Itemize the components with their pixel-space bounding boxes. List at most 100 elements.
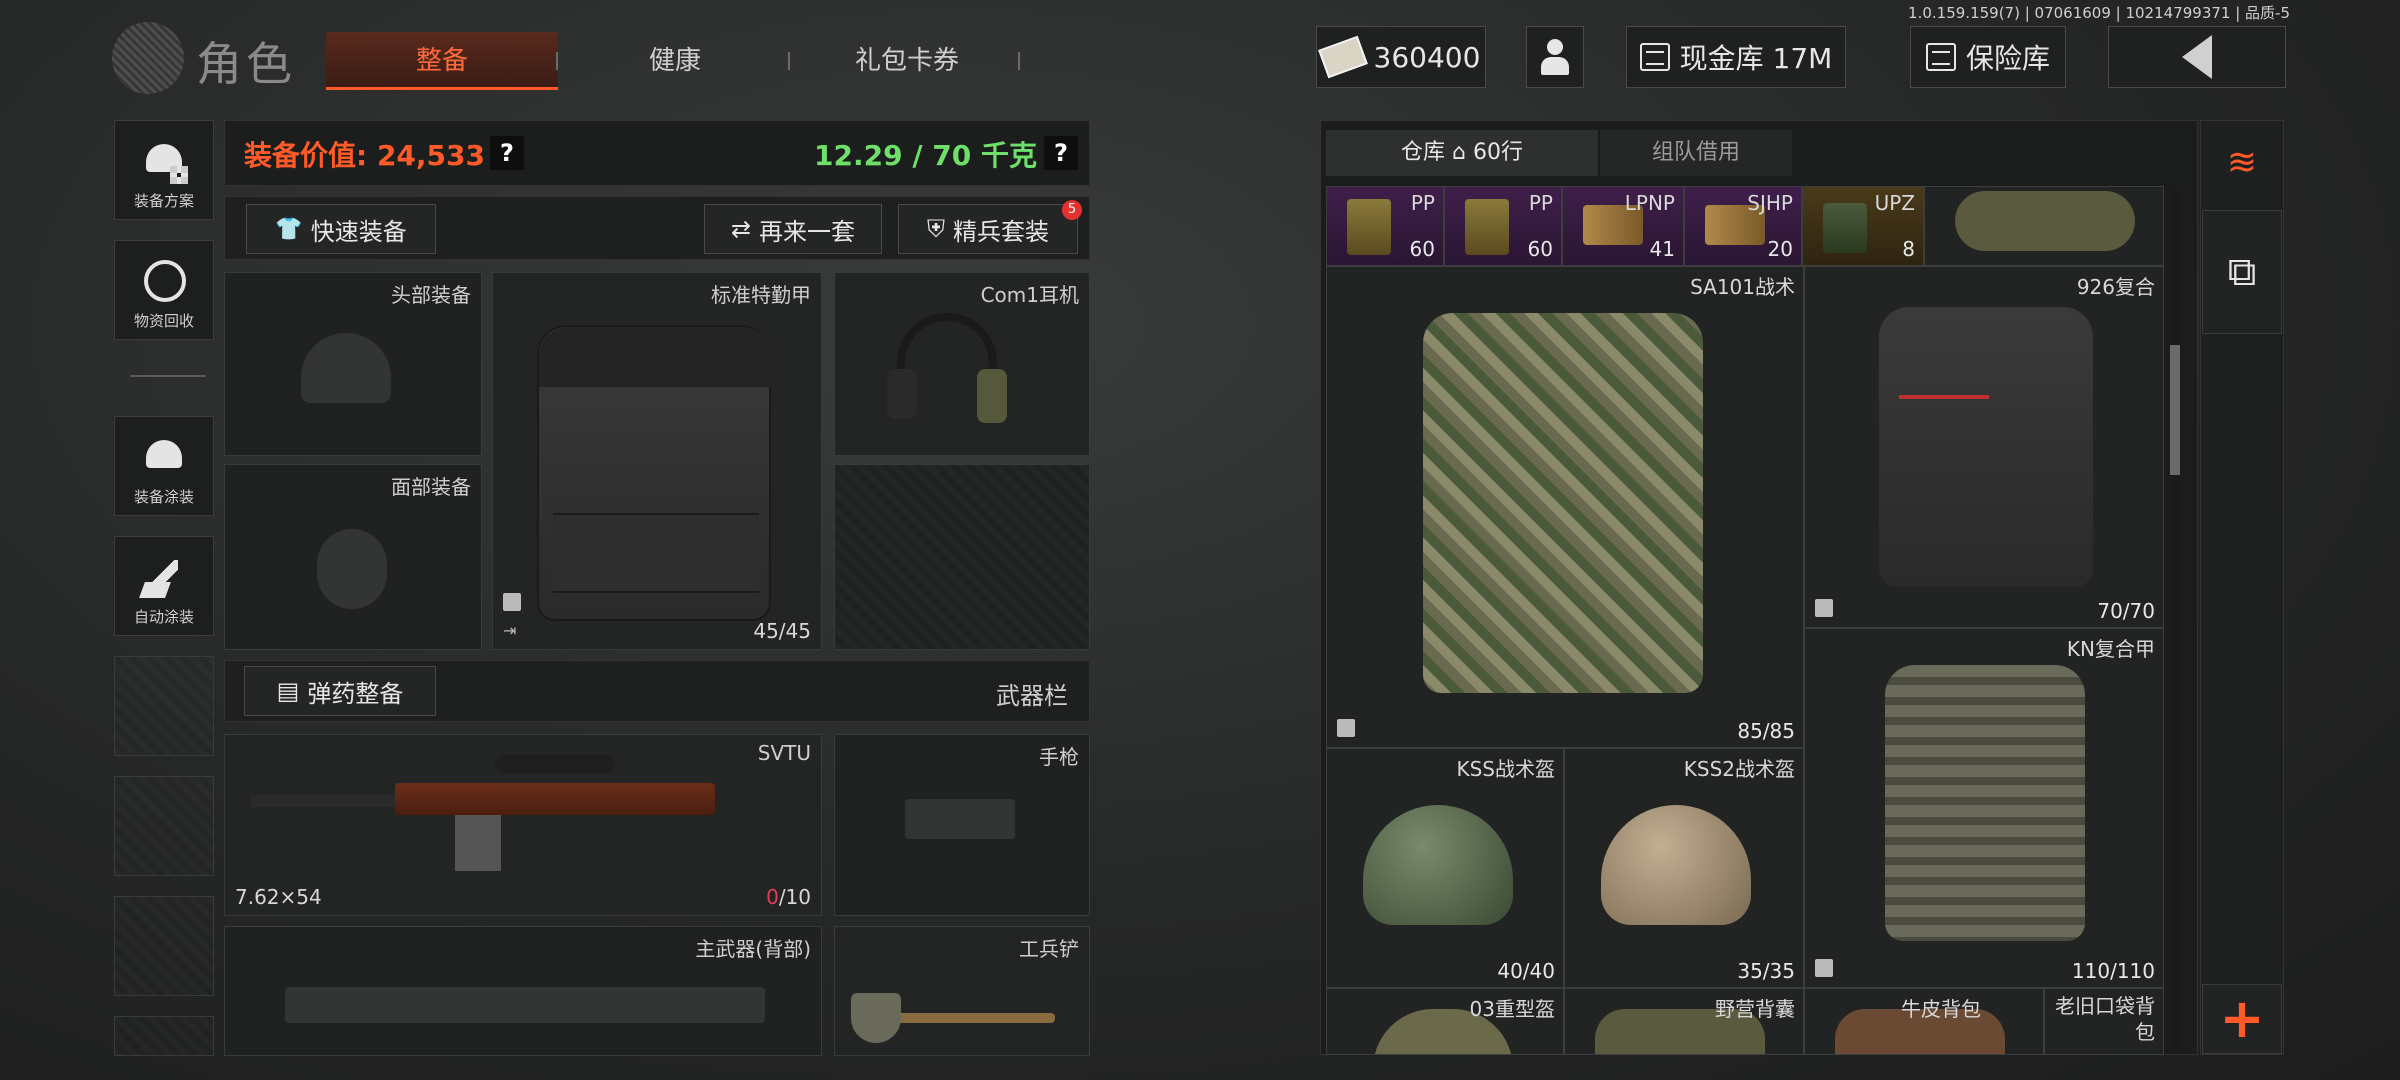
ammo-loadout-button[interactable]: ▤ 弹药整备 (244, 666, 436, 716)
helmet-image (1601, 805, 1751, 925)
weight-help-button[interactable]: ? (1044, 136, 1078, 170)
rifle-scope-image (495, 755, 615, 773)
lock-icon (1815, 599, 1833, 617)
currency-display[interactable]: 360400 (1316, 26, 1486, 88)
stash-item[interactable] (1924, 186, 2164, 266)
slot-label: 面部装备 (391, 475, 471, 499)
armor-slot[interactable]: 标准特勤甲 ⇥ 45/45 (492, 272, 822, 650)
stash-item[interactable]: 926复合 70/70 (1804, 266, 2164, 628)
stash-item[interactable]: 牛皮背包 (1804, 988, 2044, 1055)
money-icon (1317, 35, 1368, 79)
lock-icon (1337, 719, 1355, 737)
melee-slot[interactable]: 工兵铲 (834, 926, 1090, 1056)
stash-item[interactable]: KSS2战术盔 35/35 (1564, 748, 1804, 988)
plus-icon: + (2219, 987, 2265, 1050)
elite-set-button[interactable]: ⛨ 精兵套装 (898, 204, 1078, 254)
pistol-placeholder-icon (905, 799, 1015, 839)
stash-tab-team[interactable]: 组队借用 (1600, 130, 1792, 176)
head-slot[interactable]: 头部装备 (224, 272, 482, 456)
earpiece-slot[interactable]: Com1耳机 (834, 272, 1090, 456)
helmet-grid-icon (138, 138, 190, 184)
stash-rows: 60行 (1472, 140, 1523, 165)
ammo-icon: ▤ (276, 677, 300, 705)
item-name: 牛皮背包 (1901, 997, 1981, 1021)
repeat-loadout-label: 再来一套 (759, 217, 856, 246)
item-count: 41 (1649, 237, 1675, 261)
ammo-loadout-label: 弹药整备 (307, 679, 404, 708)
exit-icon: ⇥ (503, 621, 517, 640)
slot-label: 标准特勤甲 (711, 283, 811, 307)
sidebar-divider (130, 375, 206, 377)
helmet-image (1363, 805, 1513, 925)
slot-label: 主武器(背部) (695, 937, 811, 961)
currency-amount: 360400 (1373, 40, 1481, 74)
item-name: 老旧口袋背包 (2055, 994, 2155, 1044)
shovel-handle-image (895, 1013, 1055, 1023)
stash-item[interactable]: SA101战术 85/85 (1326, 266, 1804, 748)
stash-tab-main[interactable]: 仓库 ⌂ 60行 (1326, 130, 1598, 176)
sort-button[interactable]: ≋ (2202, 122, 2282, 202)
slot-label: 手枪 (1039, 745, 1079, 769)
back-chevron-icon (2182, 35, 2212, 79)
rifle-placeholder-icon (285, 987, 765, 1023)
sidebar-item-label: 自动涂装 (133, 608, 194, 626)
ammo-box-image (1823, 203, 1867, 253)
stash-ammo-item[interactable]: LPNP 41 (1562, 186, 1684, 266)
tab-divider (1018, 52, 1020, 70)
stash-item[interactable]: KN复合甲 110/110 (1804, 628, 2164, 988)
rifle-magazine-image (455, 815, 501, 871)
repeat-loadout-button[interactable]: ⇄ 再来一套 (704, 204, 882, 254)
tab-health[interactable]: 健康 (560, 32, 790, 90)
agent-button[interactable] (1526, 26, 1584, 88)
lock-icon (503, 593, 521, 611)
back-button[interactable] (2108, 26, 2286, 88)
stash-item[interactable]: 03重型盔 (1326, 988, 1564, 1055)
stash-scroll-thumb[interactable] (2170, 345, 2180, 475)
face-slot[interactable]: 面部装备 (224, 464, 482, 650)
primary-weapon-slot[interactable]: SVTU 7.62×54 0/10 (224, 734, 822, 916)
tab-gift-cards[interactable]: 礼包卡券 (792, 32, 1022, 90)
rifle-stock-image (395, 783, 715, 815)
sidebar-loadout-plan[interactable]: 装备方案 (114, 120, 214, 220)
armor-durability: 45/45 (753, 619, 811, 643)
import-button[interactable]: ⧉ (2202, 210, 2282, 334)
sidebar-recycle[interactable]: 物资回收 (114, 240, 214, 340)
stash-ammo-item[interactable]: PP 60 (1444, 186, 1562, 266)
item-name: KSS2战术盔 (1683, 757, 1795, 781)
carry-weight: 12.29 / 70 千克 (814, 139, 1038, 172)
sidebar-empty-slot (114, 776, 214, 876)
insurance-button[interactable]: 保险库 (1910, 26, 2066, 88)
pistol-slot[interactable]: 手枪 (834, 734, 1090, 916)
ammo-capacity: /10 (778, 885, 811, 909)
cash-vault-button[interactable]: 现金库 17M (1626, 26, 1846, 88)
headset-cup-left-image (887, 369, 917, 419)
stash-item[interactable]: KSS战术盔 40/40 (1326, 748, 1564, 988)
stash-ammo-item[interactable]: UPZ 8 (1802, 186, 1924, 266)
quick-equip-button[interactable]: 👕 快速装备 (246, 204, 436, 254)
insurance-label: 保险库 (1965, 42, 2050, 75)
weapon-ammo: 0/10 (766, 885, 811, 909)
item-name: SA101战术 (1690, 275, 1795, 299)
item-count: 60 (1409, 237, 1435, 261)
helmet-paint-icon (138, 434, 190, 480)
value-help-button[interactable]: ? (490, 136, 524, 170)
sidebar-paint[interactable]: 装备涂装 (114, 416, 214, 516)
cash-vault-label: 现金库 17M (1679, 42, 1833, 75)
stash-ammo-item[interactable]: SJHP 20 (1684, 186, 1802, 266)
ammo-loaded: 0 (766, 885, 779, 909)
sidebar-empty-slot (114, 656, 214, 756)
stash-scrollbar[interactable] (2170, 190, 2180, 1050)
notification-badge: 5 (1062, 200, 1082, 220)
stash-ammo-item[interactable]: PP 60 (1326, 186, 1444, 266)
stash-item[interactable]: 老旧口袋背包 (2044, 988, 2164, 1055)
add-button[interactable]: + (2202, 984, 2282, 1054)
item-name: 926复合 (2076, 275, 2155, 299)
armor-vest-image (1423, 313, 1703, 693)
tab-loadout[interactable]: 整备 (326, 32, 558, 90)
armor-vest-image (537, 325, 773, 621)
stash-item[interactable]: 野营背囊 (1564, 988, 1804, 1055)
sidebar-auto-paint[interactable]: 自动涂装 (114, 536, 214, 636)
elite-set-label: 精兵套装 (953, 217, 1049, 246)
item-name: SJHP (1747, 191, 1793, 215)
primary-back-slot[interactable]: 主武器(背部) (224, 926, 822, 1056)
